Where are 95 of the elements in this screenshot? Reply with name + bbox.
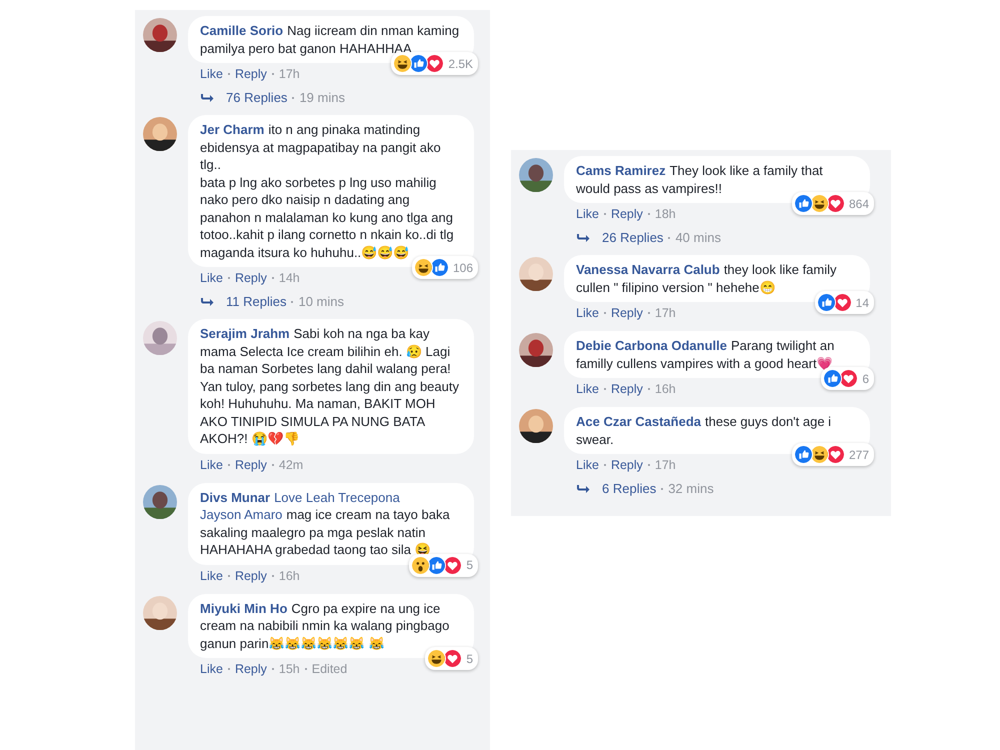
author-link[interactable]: Ace Czar Castañeda xyxy=(576,413,701,430)
separator-dot xyxy=(648,464,650,466)
separator-dot xyxy=(272,277,274,279)
author-link[interactable]: Miyuki Min Ho xyxy=(200,600,288,617)
separator-dot xyxy=(228,464,230,466)
timestamp: 16h xyxy=(654,382,676,396)
thumbs-up-icon xyxy=(816,293,836,312)
separator-dot xyxy=(648,388,650,390)
action-link[interactable]: Reply xyxy=(610,207,643,221)
reply-arrow-icon xyxy=(200,296,214,306)
reply-arrow-icon xyxy=(576,484,590,494)
thumbs-up-icon xyxy=(409,54,428,73)
action-link[interactable]: Like xyxy=(200,67,223,81)
heart-icon xyxy=(826,445,845,464)
action-link[interactable]: Like xyxy=(576,306,599,320)
action-link[interactable]: Like xyxy=(200,662,223,676)
laughing-face-icon xyxy=(427,649,446,668)
mention-link[interactable]: Jayson Amaro xyxy=(200,506,282,524)
heart-icon xyxy=(832,293,852,312)
author-link[interactable]: Jer Charm xyxy=(200,121,264,138)
separator-dot xyxy=(604,213,606,215)
action-link[interactable]: Like xyxy=(200,458,223,472)
replies-link[interactable]: 6 Replies xyxy=(602,481,656,496)
author-link[interactable]: Serajim Jrahm xyxy=(200,325,290,342)
heart-icon xyxy=(443,649,462,668)
separator-dot xyxy=(272,73,274,75)
action-link[interactable]: Reply xyxy=(610,458,643,472)
timestamp: 14h xyxy=(278,271,300,285)
timestamp: Edited xyxy=(312,662,348,676)
action-link[interactable]: Like xyxy=(576,382,599,396)
author-link[interactable]: Vanessa Navarra Calub xyxy=(576,261,720,278)
replies-link[interactable]: 76 Replies xyxy=(226,90,288,105)
action-link[interactable]: Like xyxy=(200,568,223,582)
replies-link[interactable]: 11 Replies xyxy=(226,294,286,309)
thumbs-up-icon xyxy=(823,369,842,388)
timestamp: 19 mins xyxy=(299,90,345,105)
reply-arrow-icon xyxy=(576,232,590,242)
separator-dot xyxy=(228,277,230,279)
action-link[interactable]: Reply xyxy=(610,382,643,396)
laughing-face-icon xyxy=(393,54,412,73)
separator-dot xyxy=(668,236,670,238)
replies-link[interactable]: 26 Replies xyxy=(602,230,664,245)
separator-dot xyxy=(272,668,274,670)
separator-dot xyxy=(648,213,650,215)
separator-dot xyxy=(272,464,274,466)
heart-icon xyxy=(826,194,845,213)
heart-icon xyxy=(839,369,858,388)
thumbs-up-icon xyxy=(794,194,813,213)
timestamp: 18h xyxy=(654,207,676,221)
action-link[interactable]: Reply xyxy=(234,662,267,676)
action-link[interactable]: Reply xyxy=(610,306,643,320)
separator-dot xyxy=(604,312,606,314)
author-link[interactable]: Cams Ramirez xyxy=(576,162,666,180)
reply-arrow-icon xyxy=(200,92,214,102)
separator-dot xyxy=(272,574,274,576)
separator-dot xyxy=(291,300,294,302)
separator-dot xyxy=(228,574,230,576)
separator-dot xyxy=(228,668,230,670)
thumbs-up-icon xyxy=(430,258,449,277)
action-link[interactable]: Like xyxy=(576,207,599,221)
mention-link[interactable]: Love Leah Trecepona xyxy=(274,488,400,506)
thumbs-up-icon xyxy=(794,445,813,464)
action-link[interactable]: Reply xyxy=(234,568,267,582)
laughing-face-icon xyxy=(810,194,829,213)
laughing-face-icon xyxy=(414,258,433,277)
separator-dot xyxy=(661,488,664,490)
timestamp: 17h xyxy=(278,67,300,81)
comment-text: Serajim Jrahm Sabi koh na nga ba kay mama Selecta Ice cream bilihin eh. 😥 Lagi ba naman Sorbetes lang dahil walang pera! Yan tuloy, pang sorbetes lang din ang beauty koh! Huhuhuhu. Ma naman, BAKIT MOH AKO TINIPID SIMULA PA NUNG BATA AKOH?! 😭💔👎 xyxy=(200,325,460,448)
author-link[interactable]: Divs Munar xyxy=(200,488,270,506)
separator-dot xyxy=(604,388,606,390)
author-link[interactable]: Camille Sorio xyxy=(200,22,284,40)
timestamp: 40 mins xyxy=(675,230,721,245)
timestamp: 10 mins xyxy=(298,294,344,309)
heart-icon xyxy=(443,556,462,574)
timestamp: 42m xyxy=(278,458,304,472)
timestamp: 17h xyxy=(654,458,676,472)
author-link[interactable]: Debie Carbona Odanulle xyxy=(576,337,727,354)
action-link[interactable]: Reply xyxy=(234,67,267,81)
laughing-face-icon xyxy=(810,445,829,464)
action-link[interactable]: Like xyxy=(576,458,599,472)
action-link[interactable]: Like xyxy=(200,271,223,285)
surprised-face-icon xyxy=(411,556,430,574)
action-link[interactable]: Reply xyxy=(234,271,267,285)
action-link[interactable]: Reply xyxy=(234,458,267,472)
heart-icon xyxy=(425,54,444,73)
timestamp: 17h xyxy=(654,306,676,320)
thumbs-up-icon xyxy=(427,556,446,574)
timestamp: 16h xyxy=(278,568,300,582)
separator-dot xyxy=(292,96,294,98)
separator-dot xyxy=(604,464,606,466)
separator-dot xyxy=(648,312,650,314)
timestamp: 15h xyxy=(278,662,300,676)
separator-dot xyxy=(304,668,307,670)
separator-dot xyxy=(228,73,230,75)
timestamp: 32 mins xyxy=(668,481,714,496)
